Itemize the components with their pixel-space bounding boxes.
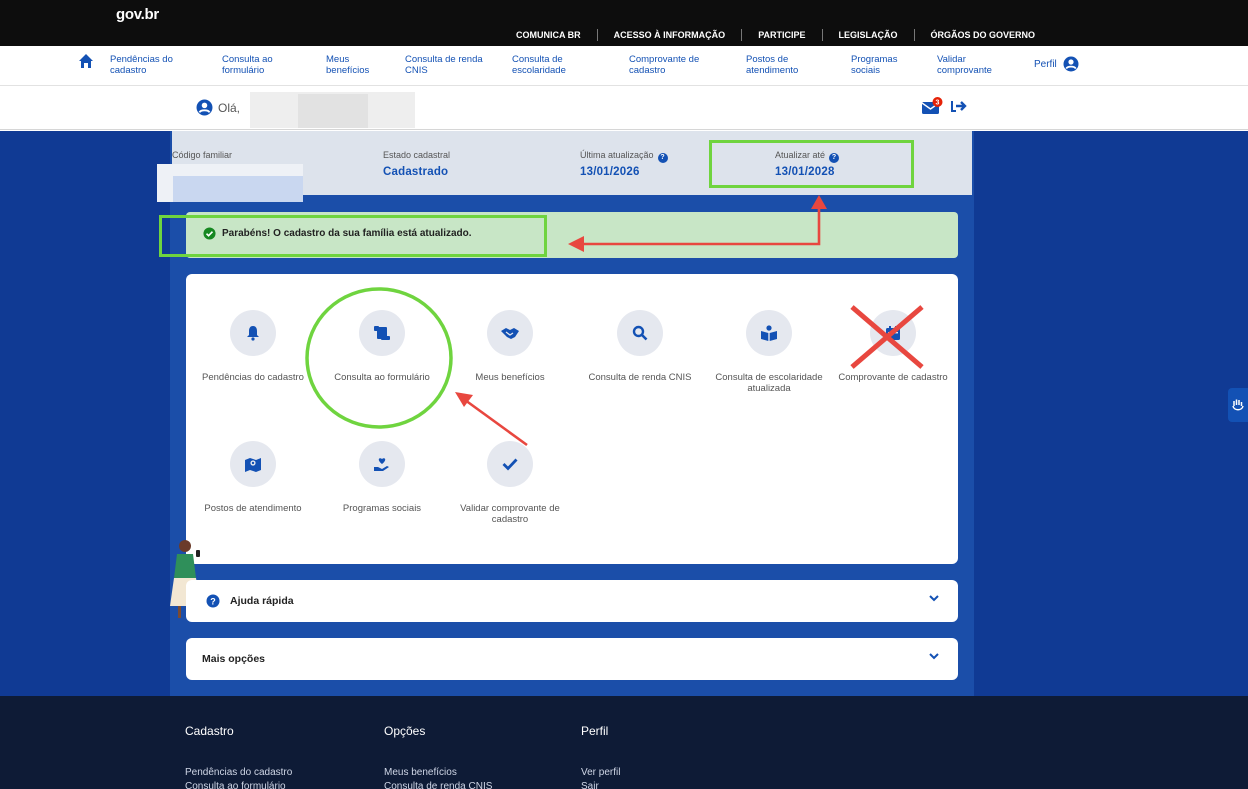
nav-item-validar[interactable]: Validar comprovante bbox=[937, 54, 992, 76]
estado-cadastral-value: Cadastrado bbox=[383, 166, 449, 178]
perfil-menu[interactable]: Perfil bbox=[1034, 56, 1079, 72]
tile-consulta-escolaridade[interactable]: Consulta de escolaridade atualizada bbox=[709, 310, 829, 394]
tile-icon-circle bbox=[230, 310, 276, 356]
envelope-icon: 3 bbox=[921, 97, 943, 114]
accessibility-tab[interactable] bbox=[1228, 388, 1248, 422]
tile-label: Consulta de escolaridade atualizada bbox=[715, 372, 823, 394]
chevron-down-icon bbox=[929, 653, 939, 660]
tile-icon-circle bbox=[870, 310, 916, 356]
nav-item-consulta-formulario[interactable]: Consulta ao formulário bbox=[222, 54, 273, 76]
search-icon bbox=[632, 325, 648, 341]
estado-cadastral-label: Estado cadastral bbox=[383, 150, 451, 160]
map-pin-icon bbox=[245, 458, 261, 472]
home-icon[interactable] bbox=[78, 53, 94, 69]
tile-label: Meus benefícios bbox=[475, 372, 545, 383]
tile-icon-circle bbox=[487, 310, 533, 356]
tile-pendencias[interactable]: Pendências do cadastro bbox=[193, 310, 313, 383]
tile-postos[interactable]: Postos de atendimento bbox=[193, 441, 313, 514]
tile-meus-beneficios[interactable]: Meus benefícios bbox=[450, 310, 570, 383]
tile-label: Consulta ao formulário bbox=[334, 372, 430, 383]
nav-item-programas[interactable]: Programas sociais bbox=[851, 54, 897, 76]
top-link-acesso-informacao[interactable]: ACESSO À INFORMAÇÃO bbox=[596, 29, 742, 41]
greeting-bar bbox=[0, 86, 1248, 130]
tile-comprovante[interactable]: Comprovante de cadastro bbox=[833, 310, 953, 383]
footer-col-cadastro-title: Cadastro bbox=[185, 724, 234, 738]
annotation-highlight-atualizar-ate bbox=[709, 140, 914, 188]
tile-label: Postos de atendimento bbox=[204, 503, 302, 514]
tile-icon-circle bbox=[230, 441, 276, 487]
redacted-codigo-familiar bbox=[157, 164, 303, 202]
tile-icon-circle bbox=[487, 441, 533, 487]
nav-item-meus-beneficios[interactable]: Meus benefícios bbox=[326, 54, 369, 76]
ultima-atualizacao-value: 13/01/2026 bbox=[580, 166, 640, 178]
accordion-mais-opcoes[interactable]: Mais opções bbox=[186, 638, 958, 680]
footer-link[interactable]: Sair bbox=[581, 781, 599, 789]
chevron-down-icon bbox=[929, 595, 939, 602]
tile-label: Programas sociais bbox=[342, 503, 422, 514]
top-link-legislacao[interactable]: LEGISLAÇÃO bbox=[821, 29, 914, 41]
svg-text:?: ? bbox=[210, 597, 216, 607]
footer-link[interactable]: Ver perfil bbox=[581, 767, 620, 778]
bell-icon bbox=[247, 326, 259, 341]
user-circle-icon bbox=[196, 99, 213, 116]
footer-link[interactable]: Meus benefícios bbox=[384, 767, 457, 778]
tile-label: Validar comprovante de cadastro bbox=[460, 503, 560, 525]
tile-consulta-renda[interactable]: Consulta de renda CNIS bbox=[580, 310, 700, 383]
redacted-username bbox=[250, 92, 415, 128]
footer-link[interactable]: Consulta ao formulário bbox=[185, 781, 286, 789]
top-link-orgaos[interactable]: ÓRGÃOS DO GOVERNO bbox=[913, 29, 1052, 41]
scroll-icon bbox=[374, 326, 390, 340]
nav-item-postos[interactable]: Postos de atendimento bbox=[746, 54, 798, 76]
tile-validar-comprovante[interactable]: Validar comprovante de cadastro bbox=[450, 441, 570, 525]
footer-col-opcoes-title: Opções bbox=[384, 724, 426, 738]
calendar-icon bbox=[886, 326, 900, 340]
tile-icon-circle bbox=[359, 441, 405, 487]
tile-label: Pendências do cadastro bbox=[202, 372, 304, 383]
ultima-atualizacao-label: Última atualização? bbox=[580, 150, 668, 163]
accordion-title: Ajuda rápida bbox=[230, 595, 294, 607]
top-link-participe[interactable]: PARTICIPE bbox=[741, 29, 821, 41]
nav-item-pendencias[interactable]: Pendências do cadastro bbox=[110, 54, 173, 76]
govbr-logo[interactable]: gov.br bbox=[116, 6, 159, 23]
logout-icon[interactable] bbox=[951, 99, 967, 113]
help-circle-icon: ? bbox=[206, 594, 220, 608]
mail-badge: 3 bbox=[936, 100, 940, 107]
codigo-familiar-label: Código familiar bbox=[172, 150, 233, 160]
user-circle-icon bbox=[1063, 56, 1079, 72]
tile-icon-circle bbox=[359, 310, 405, 356]
book-reader-icon bbox=[761, 325, 777, 341]
hand-icon bbox=[1232, 399, 1244, 411]
annotation-highlight-success bbox=[159, 215, 547, 257]
top-links: COMUNICA BR ACESSO À INFORMAÇÃO PARTICIP… bbox=[500, 25, 1051, 45]
help-icon[interactable]: ? bbox=[657, 152, 668, 163]
hand-heart-icon bbox=[374, 458, 389, 471]
handshake-icon bbox=[501, 328, 519, 339]
tile-label: Comprovante de cadastro bbox=[838, 372, 948, 383]
tile-label: Consulta de renda CNIS bbox=[588, 372, 692, 383]
footer-col-perfil-title: Perfil bbox=[581, 724, 609, 738]
mail-notifications[interactable]: 3 bbox=[921, 97, 944, 120]
accordion-ajuda-rapida[interactable]: ? Ajuda rápida bbox=[186, 580, 958, 622]
footer-link[interactable]: Pendências do cadastro bbox=[185, 767, 292, 778]
greeting-text: Olá, bbox=[218, 101, 241, 115]
nav-item-comprovante[interactable]: Comprovante de cadastro bbox=[629, 54, 699, 76]
tile-programas-sociais[interactable]: Programas sociais bbox=[322, 441, 442, 514]
tile-icon-circle bbox=[746, 310, 792, 356]
tile-consulta-formulario[interactable]: Consulta ao formulário bbox=[322, 310, 442, 383]
top-link-comunica[interactable]: COMUNICA BR bbox=[500, 29, 597, 41]
nav-item-consulta-renda[interactable]: Consulta de renda CNIS bbox=[405, 54, 483, 76]
check-icon bbox=[502, 458, 518, 471]
nav-item-consulta-escolaridade[interactable]: Consulta de escolaridade bbox=[512, 54, 566, 76]
footer-link[interactable]: Consulta de renda CNIS bbox=[384, 781, 492, 789]
tile-icon-circle bbox=[617, 310, 663, 356]
perfil-label: Perfil bbox=[1034, 58, 1057, 70]
accordion-title: Mais opções bbox=[202, 653, 266, 665]
